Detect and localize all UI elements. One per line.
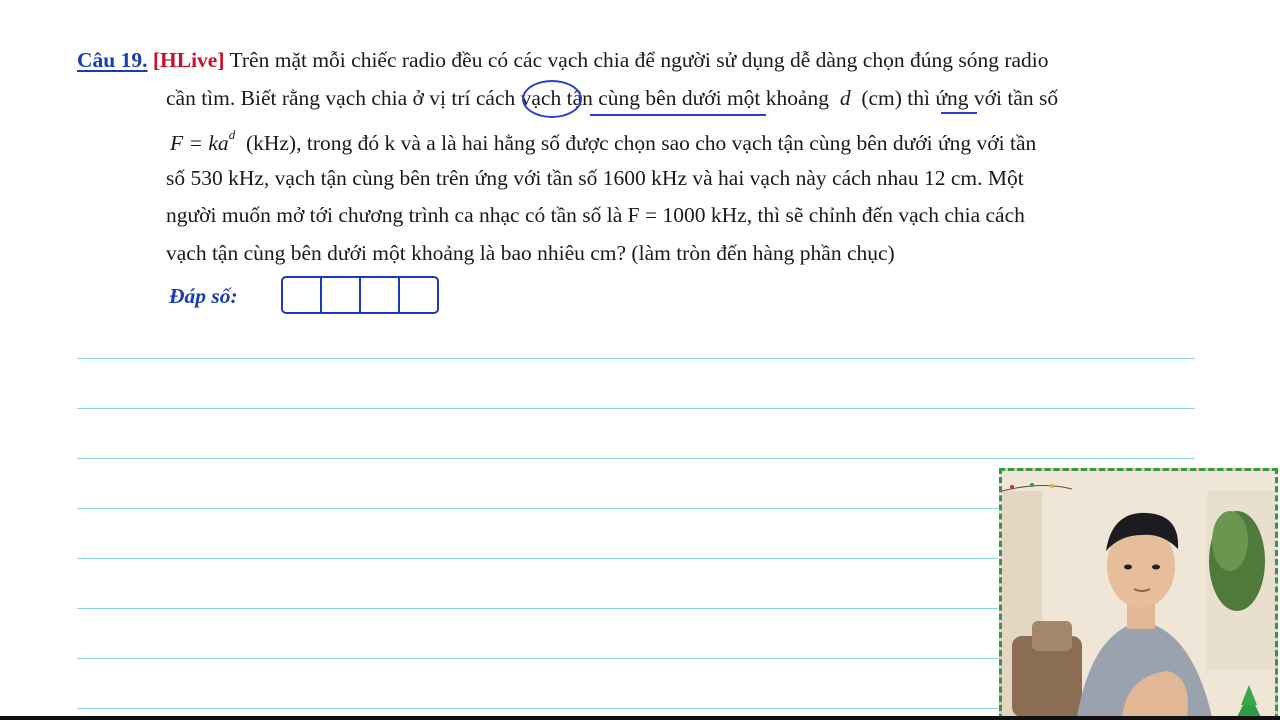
- pen-circle-annotation: [522, 80, 582, 118]
- answer-cell[interactable]: [322, 278, 361, 312]
- question-line-4: số 530 kHz, vạch tận cùng bên trên ứng v…: [166, 166, 1024, 191]
- question-text-5: người muốn mở tới chương trình ca nhạc c…: [166, 203, 1025, 227]
- answer-cell[interactable]: [400, 278, 437, 312]
- answer-box[interactable]: [281, 276, 439, 314]
- writing-rule: [77, 558, 998, 559]
- writing-rule: [77, 408, 1195, 409]
- question-line-2: cần tìm. Biết rằng vạch chia ở vị trí cá…: [166, 86, 1058, 111]
- question-text-3: (kHz), trong đó k và a là hai hằng số đư…: [245, 131, 1037, 155]
- question-line-1: Câu 19. [HLive] Trên mặt mỗi chiếc radio…: [77, 48, 1049, 73]
- bottom-edge: [0, 716, 1280, 720]
- question-text-2b: (cm) thì ứng với tần số: [861, 86, 1059, 110]
- formula-lhs: F = ka: [170, 131, 229, 155]
- question-line-3: F = kad (kHz), trong đó k và a là hai hằ…: [170, 127, 1036, 156]
- question-text-6: vạch tận cùng bên dưới một khoảng là bao…: [166, 241, 895, 265]
- question-line-5: người muốn mở tới chương trình ca nhạc c…: [166, 203, 1025, 228]
- answer-cell[interactable]: [283, 278, 322, 312]
- question-number: Câu 19.: [77, 48, 148, 72]
- question-text-4: số 530 kHz, vạch tận cùng bên trên ứng v…: [166, 166, 1024, 190]
- answer-cell[interactable]: [361, 278, 400, 312]
- answer-label: Đáp số:: [169, 284, 238, 308]
- question-text-1: Trên mặt mỗi chiếc radio đều có các vạch…: [229, 48, 1049, 72]
- formula-exponent: d: [228, 127, 236, 142]
- writing-rule: [77, 708, 998, 709]
- pen-underline-d: [941, 112, 977, 114]
- variable-d: d: [839, 86, 851, 110]
- pen-underline-annotation: [590, 114, 766, 116]
- webcam-scene: [1002, 471, 1275, 717]
- webcam-overlay: [999, 468, 1278, 720]
- writing-rule: [77, 458, 1195, 459]
- question-line-6: vạch tận cùng bên dưới một khoảng là bao…: [166, 241, 895, 266]
- writing-rule: [77, 658, 998, 659]
- writing-rule: [77, 508, 998, 509]
- writing-rule: [77, 358, 1195, 359]
- question-text-2a: cần tìm. Biết rằng vạch chia ở vị trí cá…: [166, 86, 830, 110]
- writing-rule: [77, 608, 998, 609]
- worksheet-page: Câu 19. [HLive] Trên mặt mỗi chiếc radio…: [0, 0, 1280, 720]
- question-tag: [HLive]: [152, 48, 225, 72]
